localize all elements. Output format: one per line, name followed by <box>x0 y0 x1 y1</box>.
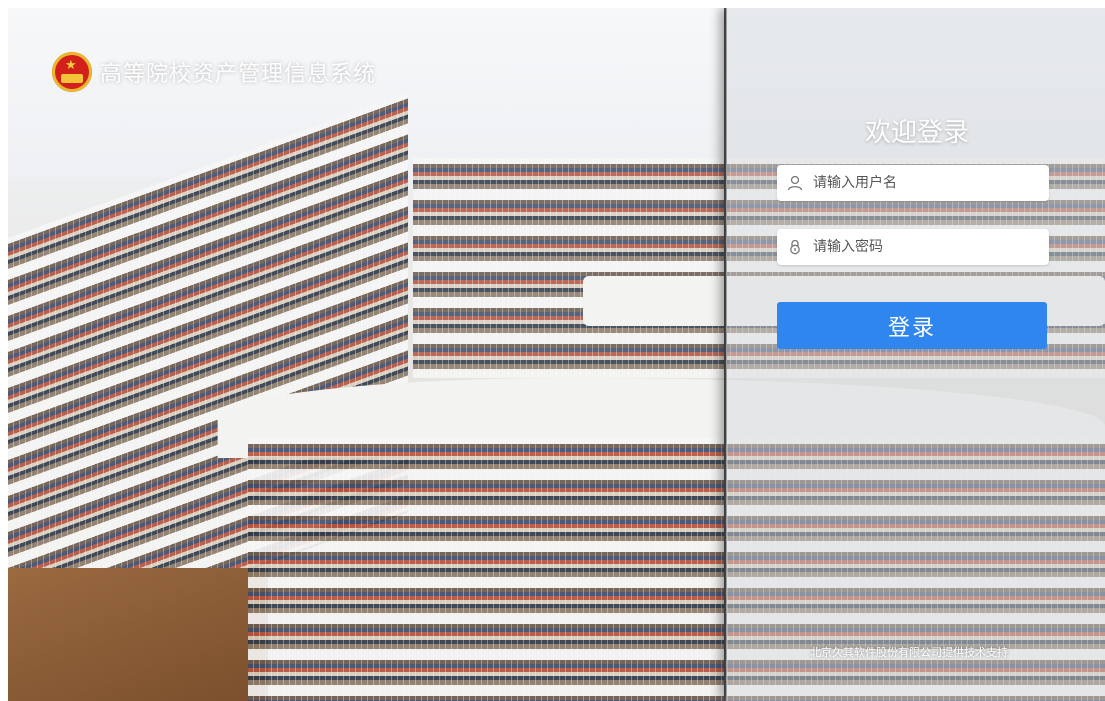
wooden-floor <box>8 568 268 701</box>
login-heading: 欢迎登录 <box>864 118 969 148</box>
password-field[interactable] <box>777 229 1049 265</box>
user-icon <box>785 173 805 193</box>
system-title: 高等院校资产管理信息系统 <box>100 62 377 87</box>
password-input[interactable] <box>811 238 1035 256</box>
tech-support-text: 北京久其软件股份有限公司提供技术支持 <box>810 646 1008 659</box>
national-emblem-icon: ★ <box>52 52 92 92</box>
username-input[interactable] <box>811 174 1035 192</box>
lock-icon <box>785 237 805 257</box>
login-button[interactable]: 登录 <box>777 302 1047 349</box>
username-field[interactable] <box>777 165 1049 201</box>
brand: ★ 高等院校资产管理信息系统 <box>52 52 376 92</box>
